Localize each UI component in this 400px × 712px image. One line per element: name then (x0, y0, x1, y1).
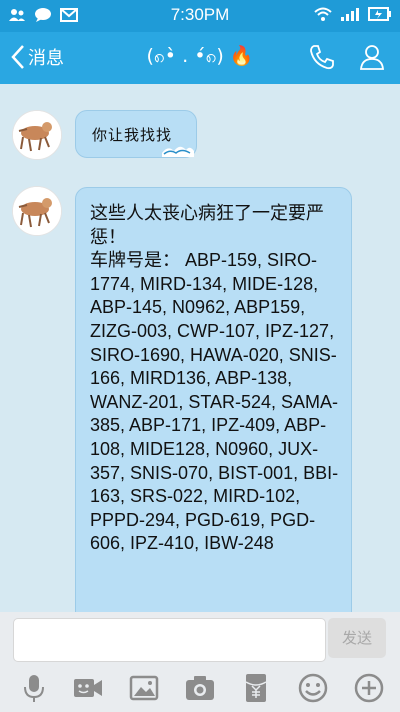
wave-decoration-icon (162, 146, 194, 157)
chat-title: (၈•̀ ․ •́၈) 🔥 (146, 45, 254, 67)
status-bar: 7:30PM (0, 0, 400, 32)
plus-icon[interactable] (351, 670, 387, 706)
composer-bar: 发送 (0, 612, 400, 712)
battery-icon (368, 7, 391, 21)
message-input[interactable] (13, 618, 326, 662)
back-label: 消息 (28, 48, 64, 69)
message-bubble[interactable]: 你让我找找 (75, 110, 197, 158)
wifi-icon (314, 7, 332, 21)
red-packet-icon[interactable] (238, 670, 274, 706)
message-bubble[interactable]: 这些人太丧心病狂了一定要严惩！ 车牌号是： ABP-159, SIRO-1774… (75, 187, 352, 612)
title-bar: 消息 (၈•̀ ․ •́၈) 🔥 (0, 32, 400, 84)
avatar[interactable] (12, 186, 62, 236)
avatar[interactable] (12, 110, 62, 160)
message-text: 这些人太丧心病狂了一定要严惩！ 车牌号是： ABP-159, SIRO-1774… (90, 203, 339, 554)
back-button[interactable]: 消息 (10, 44, 64, 70)
smiley-icon[interactable] (295, 670, 331, 706)
camera-icon[interactable] (182, 670, 218, 706)
microphone-icon[interactable] (16, 670, 52, 706)
status-icons-right (314, 6, 392, 22)
chat-area[interactable]: 你让我找找 这些人太丧心病狂了一定要严惩！ 车牌号是： ABP-159, SIR… (0, 84, 400, 612)
phone-icon[interactable] (307, 42, 337, 72)
video-icon[interactable] (70, 670, 106, 706)
signal-icon (341, 8, 359, 21)
chevron-left-icon (11, 45, 24, 69)
avatar-image (13, 187, 61, 235)
person-icon[interactable] (357, 42, 387, 72)
avatar-image (13, 111, 61, 159)
send-button[interactable]: 发送 (328, 618, 386, 658)
toolbar (0, 670, 400, 706)
image-icon[interactable] (126, 670, 162, 706)
